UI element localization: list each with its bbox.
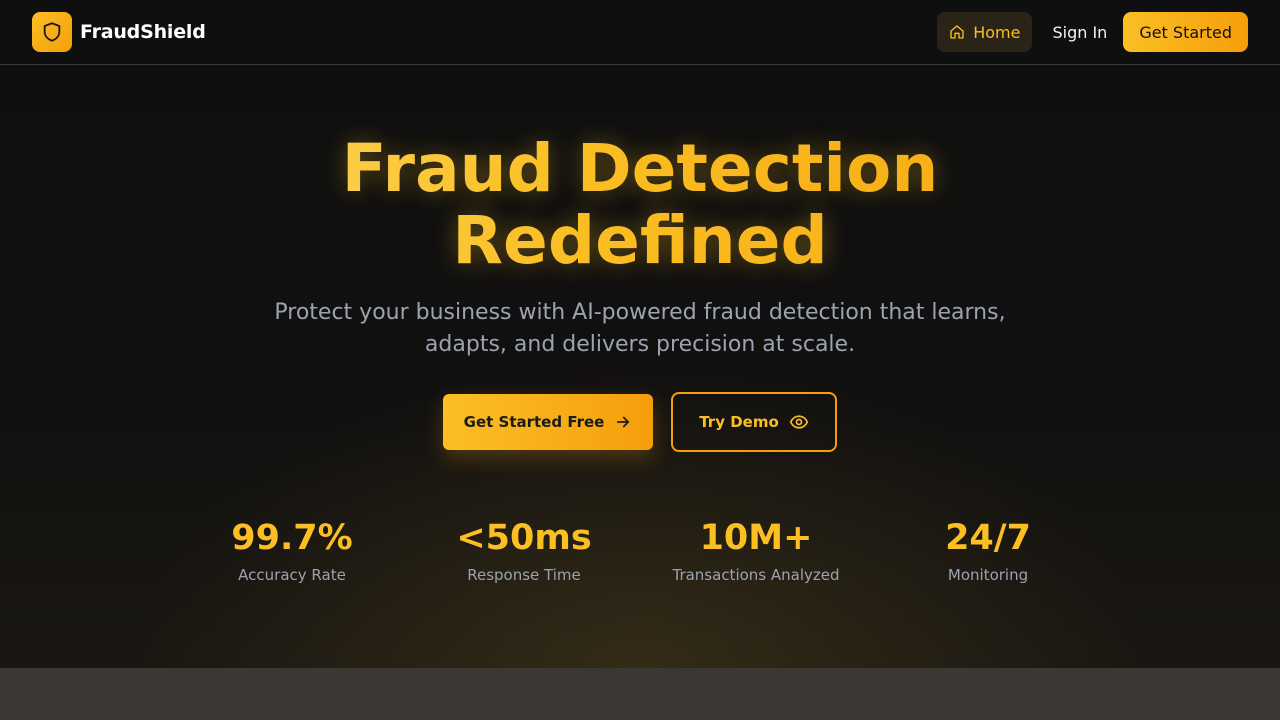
- stat-label: Monitoring: [947, 566, 1029, 584]
- stat-transactions: 10M+ Transactions Analyzed: [640, 515, 872, 585]
- home-icon: [949, 24, 965, 40]
- stat-accuracy: 99.7% Accuracy Rate: [176, 515, 408, 585]
- try-demo-button[interactable]: Try Demo: [671, 392, 837, 452]
- hero-headline-line2: Redefined: [452, 202, 828, 279]
- stat-label: Response Time: [467, 566, 581, 584]
- stat-monitoring: 24/7 Monitoring: [872, 515, 1104, 585]
- shield-icon: [41, 21, 63, 43]
- stat-value: 99.7%: [231, 518, 353, 558]
- hero-cta-row: Get Started Free Try Demo: [0, 392, 1280, 452]
- sign-in-link[interactable]: Sign In: [1052, 23, 1107, 42]
- hero-section: Fraud Detection Redefined Protect your b…: [0, 65, 1280, 668]
- stat-response-time: <50ms Response Time: [408, 515, 640, 585]
- next-section-band: [0, 668, 1280, 720]
- stat-value: 24/7: [945, 518, 1031, 558]
- stat-label: Accuracy Rate: [238, 566, 346, 584]
- nav-home-link[interactable]: Home: [937, 12, 1033, 52]
- get-started-label: Get Started: [1139, 22, 1232, 42]
- brand[interactable]: FraudShield: [32, 12, 206, 52]
- try-demo-label: Try Demo: [699, 413, 779, 431]
- get-started-free-button[interactable]: Get Started Free: [443, 394, 653, 450]
- eye-icon: [789, 412, 809, 432]
- brand-logo: [32, 12, 72, 52]
- top-navbar: FraudShield Home Sign In Get Started: [0, 0, 1280, 65]
- brand-name: FraudShield: [80, 21, 206, 43]
- stat-value: 10M+: [699, 518, 813, 558]
- get-started-button[interactable]: Get Started: [1123, 12, 1248, 52]
- get-started-free-label: Get Started Free: [463, 413, 605, 431]
- stat-label: Transactions Analyzed: [672, 566, 840, 584]
- stat-value: <50ms: [456, 518, 592, 558]
- hero-headline-line1: Fraud Detection: [341, 130, 939, 207]
- stats-row: 99.7% Accuracy Rate <50ms Response Time …: [176, 515, 1104, 585]
- arrow-right-icon: [614, 413, 632, 431]
- nav-home-label: Home: [973, 22, 1021, 42]
- nav-menu: Home Sign In Get Started: [937, 12, 1248, 52]
- hero-subheadline: Protect your business with AI-powered fr…: [274, 300, 1006, 357]
- hero-headline: Fraud Detection Redefined: [0, 133, 1280, 277]
